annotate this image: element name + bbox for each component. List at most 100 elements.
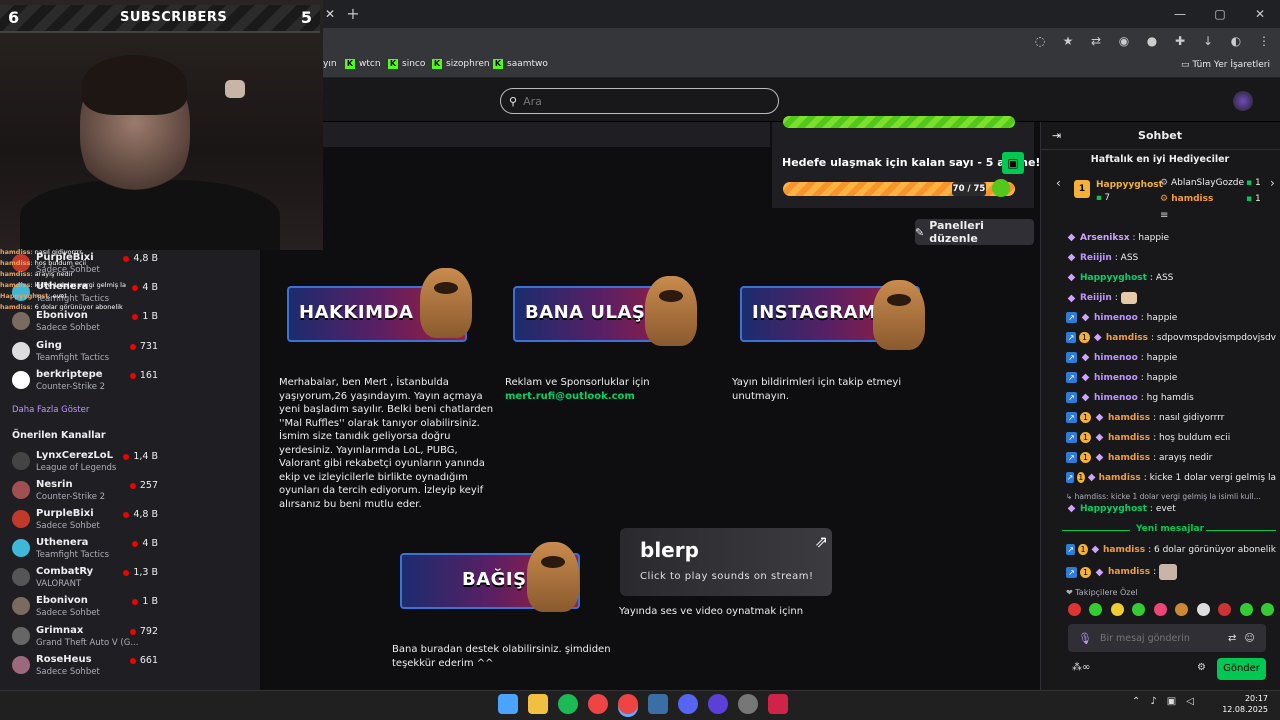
chat-username[interactable]: hamdiss — [1099, 473, 1141, 483]
emote-icon[interactable] — [1110, 603, 1124, 616]
taskbar-apps — [498, 694, 788, 714]
sidebar-channel[interactable]: Nesrin Counter-Strike 2 257 — [10, 479, 260, 507]
bookmark-item[interactable]: Ksinco — [388, 59, 425, 69]
settings-icon[interactable]: ⚙ — [1197, 662, 1206, 673]
sidebar-channel[interactable]: Ging Teamfight Tactics 731 — [10, 340, 260, 368]
chat-username[interactable]: Arseniksx — [1080, 233, 1130, 243]
extension-icon[interactable]: ◉ — [1116, 33, 1132, 49]
chat-username[interactable]: hamdiss — [1106, 333, 1148, 343]
minimize-button[interactable]: — — [1160, 0, 1200, 28]
sidebar-channel[interactable]: PurpleBixi Sadece Sohbet 4,8 B — [10, 508, 260, 536]
star-icon[interactable]: ★ — [1060, 33, 1076, 49]
record-icon[interactable]: ● — [1144, 33, 1160, 49]
chat-username[interactable]: Happyyghost — [1080, 273, 1147, 283]
bookmark-item[interactable]: yın — [323, 59, 337, 69]
emote-icon[interactable] — [1196, 603, 1210, 616]
prime-badge-icon: ↗ — [1066, 332, 1077, 343]
folder-icon[interactable] — [528, 694, 548, 714]
app-icon[interactable] — [738, 694, 758, 714]
spotify-icon[interactable] — [558, 694, 578, 714]
emoji-icon[interactable]: ☺ — [1244, 633, 1254, 644]
app-icon[interactable] — [708, 694, 728, 714]
new-tab-button[interactable]: + — [344, 5, 362, 23]
blerp-panel[interactable]: blerp Click to play sounds on stream! ⇗ — [620, 528, 832, 596]
maximize-button[interactable]: ▢ — [1200, 0, 1240, 28]
gem-badge-icon: ◆ — [1091, 544, 1100, 555]
prime-badge-icon: ↗ — [1066, 412, 1077, 423]
bookmark-item[interactable]: Kwtcn — [345, 59, 381, 69]
sidebar-channel[interactable]: Grimnax Grand Theft Auto V (G... 792 — [10, 625, 260, 653]
external-link-icon[interactable]: ⇗ — [815, 532, 828, 551]
sidebar-channel[interactable]: Ebonivon Sadece Sohbet 1 B — [10, 595, 260, 623]
panel-about-text: Merhabalar, ben Mert , İstanbulda yaşıyo… — [279, 377, 494, 510]
chevron-up-icon[interactable]: ⌃ — [1132, 696, 1140, 707]
discord-icon[interactable] — [678, 694, 698, 714]
translate-icon[interactable]: ⇄ — [1228, 633, 1236, 644]
menu-icon[interactable]: ⋮ — [1256, 33, 1272, 49]
bookmark-item[interactable]: Ksizophren — [432, 59, 490, 69]
emote-icon[interactable] — [1239, 603, 1253, 616]
chevron-left-icon[interactable]: ‹ — [1056, 176, 1061, 190]
sidebar-channel[interactable]: berkriptepe Counter-Strike 2 161 — [10, 369, 260, 397]
tab-close-button[interactable]: ✕ — [322, 6, 338, 22]
chrome-icon[interactable] — [588, 694, 608, 714]
emote-icon[interactable] — [1068, 603, 1081, 616]
translate-icon[interactable]: ⇄ — [1088, 33, 1104, 49]
chat-username[interactable]: himenoo — [1094, 393, 1138, 403]
download-icon[interactable]: ↓ — [1200, 33, 1216, 49]
emote-icon[interactable] — [1218, 603, 1232, 616]
emote-icon[interactable] — [1175, 603, 1189, 616]
start-icon[interactable] — [498, 694, 518, 714]
emote-icon[interactable] — [1089, 603, 1103, 616]
app-icon[interactable] — [768, 694, 788, 714]
chat-username[interactable]: Reiijin — [1080, 293, 1112, 303]
chat-username[interactable]: himenoo — [1094, 313, 1138, 323]
avatar — [12, 656, 30, 674]
chat-input-box[interactable]: 🎙 ⇄ ☺ — [1068, 624, 1266, 652]
live-dot-icon — [123, 453, 130, 460]
user-avatar[interactable] — [1233, 91, 1253, 111]
chat-username[interactable]: himenoo — [1094, 373, 1138, 383]
chat-username[interactable]: hamdiss — [1108, 413, 1150, 423]
search-input[interactable] — [523, 94, 744, 108]
volume-icon[interactable]: ◁ — [1186, 696, 1194, 707]
close-window-button[interactable]: ✕ — [1240, 0, 1280, 28]
expand-icon[interactable]: ≡ — [1160, 210, 1168, 221]
points-icon[interactable]: ⁂∞ — [1072, 662, 1090, 673]
emote-icon[interactable] — [1132, 603, 1146, 616]
app-icon[interactable] — [648, 694, 668, 714]
chat-username[interactable]: Reiijin — [1080, 253, 1112, 263]
sidebar-channel[interactable]: RoseHeus Sadece Sohbet 661 — [10, 654, 260, 682]
mic-icon[interactable]: ♪ — [1150, 696, 1156, 707]
chat-username[interactable]: himenoo — [1094, 353, 1138, 363]
chat-username[interactable]: hamdiss — [1108, 433, 1150, 443]
gift-count: ▪ 7 — [1096, 193, 1110, 203]
network-icon[interactable]: ▣ — [1167, 696, 1176, 707]
send-button[interactable]: Gönder — [1217, 658, 1266, 680]
all-bookmarks-link[interactable]: ▭ Tüm Yer İşaretleri — [1181, 60, 1270, 70]
chat-text: : arayış nedir — [1153, 452, 1213, 463]
edit-panels-button[interactable]: ✎ Panelleri düzenle — [915, 219, 1034, 245]
chat-input[interactable] — [1099, 632, 1220, 644]
search-box[interactable]: ⚲ — [500, 88, 779, 114]
bookmark-item[interactable]: Ksaamtwo — [493, 59, 548, 69]
sidebar-channel[interactable]: LynxCerezLoL League of Legends 1,4 B — [10, 450, 260, 478]
contact-email-link[interactable]: mert.rufi@outlook.com — [505, 391, 635, 402]
blerp-logo: blerp — [640, 538, 699, 562]
eye-off-icon[interactable]: ◌ — [1032, 33, 1048, 49]
chevron-right-icon[interactable]: › — [1270, 176, 1275, 190]
rank-badge: 1 — [1074, 180, 1090, 198]
live-dot-icon — [132, 540, 139, 547]
sidebar-channel[interactable]: Uthenera Teamfight Tactics 4 B — [10, 537, 260, 565]
gift-icon[interactable]: ▣ — [1002, 152, 1024, 174]
chat-username[interactable]: hamdiss — [1108, 453, 1150, 463]
puzzle-icon[interactable]: ✚ — [1172, 33, 1188, 49]
show-more-link[interactable]: Daha Fazla Göster — [12, 405, 89, 415]
emote-icon[interactable] — [1153, 603, 1167, 616]
emote-icon[interactable] — [1260, 603, 1274, 616]
profile-icon[interactable]: ◐ — [1228, 33, 1244, 49]
clock[interactable]: 20:17 12.08.2025 — [1208, 693, 1268, 715]
mic-icon[interactable]: 🎙 — [1078, 632, 1092, 645]
chrome-active-icon[interactable] — [618, 694, 638, 714]
sidebar-channel[interactable]: CombatRy VALORANT 1,3 B — [10, 566, 260, 594]
